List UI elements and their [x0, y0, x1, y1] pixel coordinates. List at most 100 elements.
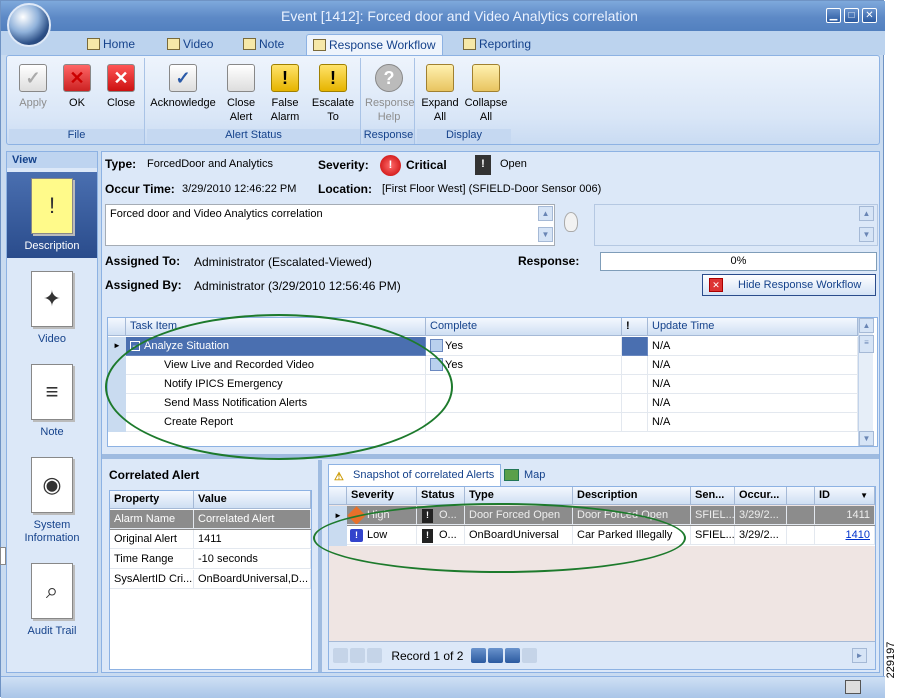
- table-row[interactable]: Notify IPICS Emergency N/A: [126, 375, 858, 394]
- table-row[interactable]: Send Mass Notification Alerts N/A: [126, 394, 858, 413]
- row-header-column: [108, 318, 126, 336]
- column-status[interactable]: Status: [417, 487, 465, 505]
- scroll-up-icon[interactable]: ▲: [859, 206, 874, 221]
- scroll-thumb[interactable]: ≡: [859, 335, 874, 353]
- false-alarm-button[interactable]: ! False Alarm: [265, 64, 305, 124]
- response-notes-textbox[interactable]: [594, 204, 878, 246]
- location-value: [First Floor West] (SFIELD-Door Sensor 0…: [382, 183, 602, 195]
- complete-checkbox[interactable]: [430, 339, 443, 352]
- collapse-toggle-icon[interactable]: −: [130, 341, 140, 351]
- table-row[interactable]: − Analyze Situation Yes N/A: [126, 337, 858, 356]
- tab-map[interactable]: Map: [500, 466, 551, 486]
- sidebar-item-description[interactable]: ! Description: [7, 172, 97, 258]
- prev-page-button[interactable]: [350, 648, 365, 663]
- sidebar-item-system-information[interactable]: ◉ System Information: [7, 451, 97, 545]
- column-id[interactable]: ID ▼: [815, 487, 875, 505]
- description-textbox[interactable]: Forced door and Video Analytics correlat…: [105, 204, 555, 246]
- sidebar-item-audit-trail[interactable]: ⌕ Audit Trail: [7, 557, 97, 638]
- next-page-button[interactable]: [487, 648, 503, 663]
- horizontal-splitter[interactable]: [102, 454, 879, 459]
- task-complete[interactable]: [426, 413, 622, 432]
- table-row[interactable]: SysAlertID Cri... OnBoardUniversal,D...: [110, 570, 311, 590]
- table-row[interactable]: View Live and Recorded Video Yes N/A: [126, 356, 858, 375]
- description-scrollbar[interactable]: ▲ ▼: [538, 206, 553, 242]
- sidebar-item-video[interactable]: ✦ Video: [7, 265, 97, 346]
- tab-note[interactable]: Note: [237, 34, 290, 55]
- tab-video[interactable]: Video: [161, 34, 219, 55]
- column-complete[interactable]: Complete: [426, 318, 622, 336]
- task-grid-scrollbar[interactable]: ▲ ≡ ▼: [858, 318, 874, 446]
- column-flag[interactable]: !: [622, 318, 648, 336]
- column-attachment[interactable]: [787, 487, 815, 505]
- critical-severity-icon: !: [380, 155, 401, 176]
- last-record-button[interactable]: [504, 648, 520, 663]
- scroll-down-icon[interactable]: ▼: [859, 431, 874, 446]
- close-alert-button[interactable]: Close Alert: [221, 64, 261, 124]
- response-notes-scrollbar[interactable]: ▲ ▼: [859, 206, 874, 242]
- collapse-all-button[interactable]: Collapse All: [463, 64, 509, 124]
- scroll-right-icon[interactable]: ►: [852, 648, 867, 663]
- column-type[interactable]: Type: [465, 487, 573, 505]
- high-severity-icon: [347, 506, 366, 524]
- ribbon-tabs: Home Video Note Response Workflow Report…: [1, 31, 885, 55]
- table-row[interactable]: Time Range -10 seconds: [110, 550, 311, 570]
- title-bar[interactable]: Event [1412]: Forced door and Video Anal…: [1, 1, 885, 31]
- hide-response-workflow-button[interactable]: ✕ Hide Response Workflow: [702, 274, 876, 296]
- tab-reporting[interactable]: Reporting: [457, 34, 537, 55]
- close-window-button[interactable]: ✕: [862, 8, 877, 23]
- table-row[interactable]: ! Low ! O... OnBoardUniversal Car Parked I…: [347, 526, 875, 546]
- table-row[interactable]: Create Report N/A: [126, 413, 858, 432]
- scroll-left-button[interactable]: [521, 648, 537, 663]
- maximize-button[interactable]: □: [844, 8, 859, 23]
- alert-id-link[interactable]: 1410: [815, 526, 875, 545]
- sidebar-item-note[interactable]: ≡ Note: [7, 358, 97, 439]
- minimize-button[interactable]: ▁: [826, 8, 841, 23]
- close-button[interactable]: ✕ Close: [101, 64, 141, 110]
- scroll-down-icon[interactable]: ▼: [859, 227, 874, 242]
- task-complete: Yes: [445, 340, 463, 352]
- task-update: N/A: [648, 413, 858, 432]
- apply-button[interactable]: ✓ Apply: [13, 64, 53, 110]
- task-complete: Yes: [445, 359, 463, 371]
- response-help-button[interactable]: ? Response Help: [365, 64, 415, 124]
- ok-button[interactable]: ✕ OK: [57, 64, 97, 110]
- complete-checkbox[interactable]: [430, 358, 443, 371]
- tab-snapshot[interactable]: ⚠ Snapshot of correlated Alerts: [328, 464, 502, 486]
- sidebar-header: View: [7, 152, 97, 168]
- column-task-item[interactable]: Task Item: [126, 318, 426, 336]
- type-value: ForcedDoor and Analytics: [147, 158, 273, 170]
- snapshot-panel: ⚠ Snapshot of correlated Alerts Map Sever…: [324, 460, 878, 672]
- table-row[interactable]: Original Alert 1411: [110, 530, 311, 550]
- scroll-up-icon[interactable]: ▲: [538, 206, 553, 221]
- column-description[interactable]: Description: [573, 487, 691, 505]
- printer-icon[interactable]: [845, 680, 861, 694]
- app-orb-button[interactable]: [7, 3, 51, 47]
- acknowledge-button[interactable]: ✓ Acknowledge: [149, 64, 217, 110]
- scroll-down-icon[interactable]: ▼: [538, 227, 553, 242]
- table-row[interactable]: High ! O... Door Forced Open Door Forced …: [347, 506, 875, 526]
- expand-all-button[interactable]: Expand All: [419, 64, 461, 124]
- group-file: ✓ Apply ✕ OK ✕ Close File: [9, 58, 145, 144]
- acknowledge-icon: ✓: [169, 64, 197, 92]
- column-sensor[interactable]: Sen...: [691, 487, 735, 505]
- prev-record-button[interactable]: [367, 648, 382, 663]
- table-row[interactable]: Alarm Name Correlated Alert: [110, 510, 311, 530]
- vertical-splitter[interactable]: [318, 460, 322, 672]
- task-complete[interactable]: [426, 375, 622, 394]
- first-record-button[interactable]: [333, 648, 348, 663]
- escalate-to-button[interactable]: ! Escalate To: [309, 64, 357, 124]
- close-x-icon: ✕: [107, 64, 135, 92]
- tab-response-workflow[interactable]: Response Workflow: [306, 34, 443, 55]
- column-value[interactable]: Value: [194, 491, 311, 509]
- tab-home[interactable]: Home: [81, 34, 141, 55]
- next-record-button[interactable]: [470, 648, 486, 663]
- help-icon: ?: [375, 64, 403, 92]
- scroll-up-icon[interactable]: ▲: [859, 318, 874, 333]
- column-property[interactable]: Property: [110, 491, 194, 509]
- column-severity[interactable]: Severity: [347, 487, 417, 505]
- ribbon: ✓ Apply ✕ OK ✕ Close File ✓ Acknowledge …: [6, 55, 880, 145]
- column-occur[interactable]: Occur...: [735, 487, 787, 505]
- column-update-time[interactable]: Update Time: [648, 318, 858, 336]
- task-complete[interactable]: [426, 394, 622, 413]
- alert-description: Car Parked Illegally: [573, 526, 691, 545]
